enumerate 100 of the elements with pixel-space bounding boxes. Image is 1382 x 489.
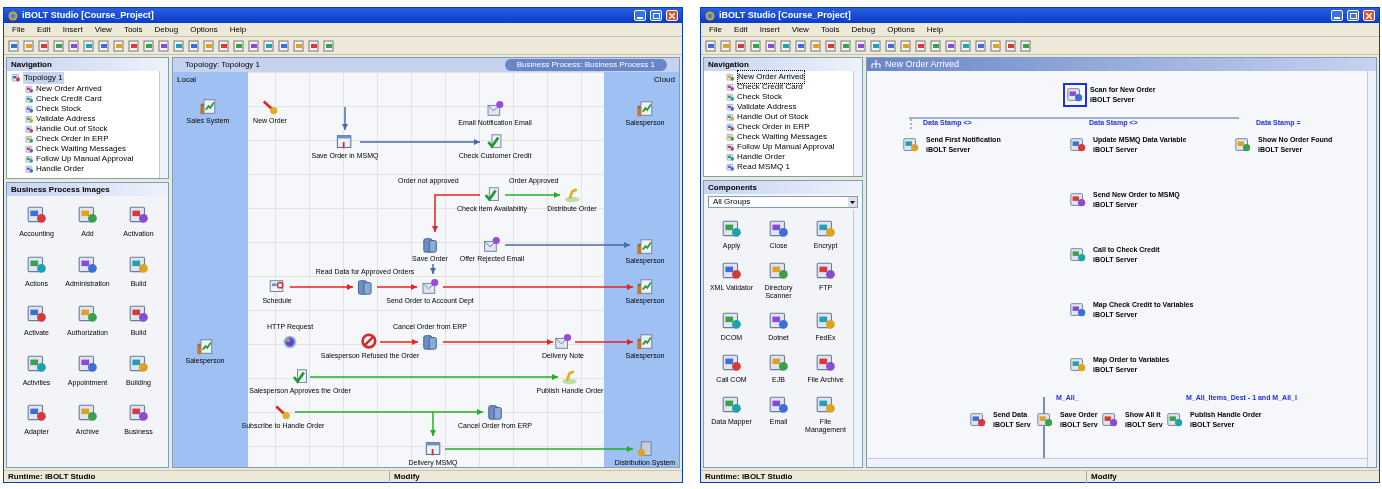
tree-item[interactable]: New Order Arrived (36, 83, 102, 95)
tree-item[interactable]: Handle Out of Stock (737, 111, 809, 123)
menu-item[interactable]: File (709, 23, 722, 36)
menu-item[interactable]: Edit (733, 23, 748, 36)
tree-item[interactable]: Check Waiting Messages (737, 131, 827, 143)
toolbar-icon[interactable] (1005, 39, 1017, 52)
toolbar-icon[interactable] (810, 39, 822, 52)
checkmark-icon (486, 133, 504, 151)
toolbar-icon[interactable] (915, 39, 927, 52)
toolbar-icon[interactable] (128, 39, 140, 52)
tree-item[interactable]: New Order Arrived (737, 70, 805, 84)
tree-item[interactable]: Follow Up Manual Approval (36, 153, 134, 165)
toolbar-icon[interactable] (990, 39, 1002, 52)
tree-item[interactable]: Check Credit Card (737, 81, 803, 93)
menu-item[interactable]: Insert (62, 23, 83, 36)
menu-item[interactable]: Options (887, 23, 915, 36)
toolbar-icon[interactable] (158, 39, 170, 52)
menu-item[interactable]: View (791, 23, 809, 36)
tree-item[interactable]: Check Credit Card (36, 93, 102, 105)
menu-item[interactable]: File (12, 23, 25, 36)
step-icon-frame[interactable] (1063, 83, 1087, 107)
menu-item[interactable]: Help (926, 23, 944, 36)
toolbar-icon[interactable] (323, 39, 335, 52)
tree-item[interactable]: Read MSMQ 1 (737, 161, 790, 173)
tab[interactable]: Topology: Topology 1 (173, 59, 273, 71)
minimize-button[interactable] (1331, 10, 1343, 21)
toolbar-icon[interactable] (293, 39, 305, 52)
tree-item[interactable]: Handle Order (36, 163, 85, 175)
toolbar-icon[interactable] (900, 39, 912, 52)
menu-item[interactable]: Help (229, 23, 247, 36)
menu-item[interactable]: Debug (154, 23, 179, 36)
toolbar-icon[interactable] (870, 39, 882, 52)
close-button[interactable] (1363, 10, 1375, 21)
toolbar-icon[interactable] (960, 39, 972, 52)
tree-item[interactable]: Check Order in ERP (36, 133, 109, 145)
window-title: iBOLT Studio [Course_Project] (719, 8, 851, 22)
menu-item[interactable]: Debug (851, 23, 876, 36)
toolbar-icon[interactable] (203, 39, 215, 52)
toolbar-icon[interactable] (855, 39, 867, 52)
tree-item[interactable]: Handle Out of Stock (36, 123, 108, 135)
tab[interactable]: Business Process: Business Process 1 (504, 59, 667, 71)
toolbar-icon[interactable] (233, 39, 245, 52)
group-dropdown[interactable]: All Groups (708, 196, 858, 208)
toolbar-icon[interactable] (975, 39, 987, 52)
scrollbar[interactable] (853, 210, 862, 467)
toolbar-icon[interactable] (825, 39, 837, 52)
tree-item[interactable]: Topology 1 (23, 72, 64, 84)
tree-item[interactable]: Check Order in ERP (737, 121, 810, 133)
menu-item[interactable]: Tools (123, 23, 143, 36)
pencil-gear-icon (274, 403, 292, 421)
maximize-button[interactable] (650, 10, 662, 21)
toolbar-icon[interactable] (53, 39, 65, 52)
scrollbar[interactable] (1367, 71, 1376, 467)
scrollbar[interactable] (853, 71, 862, 176)
toolbar-icon[interactable] (98, 39, 110, 52)
toolbar-icon[interactable] (173, 39, 185, 52)
toolbar-icon[interactable] (23, 39, 35, 52)
toolbar-icon[interactable] (218, 39, 230, 52)
toolbar-icon[interactable] (795, 39, 807, 52)
tree-item[interactable]: Handle Order (737, 151, 786, 163)
toolbar-icon[interactable] (750, 39, 762, 52)
tree-item[interactable]: Follow Up Manual Approval (737, 141, 835, 153)
tree-item[interactable]: Check Waiting Messages (36, 143, 126, 155)
scrollbar[interactable] (159, 71, 168, 178)
toolbar-icon[interactable] (945, 39, 957, 52)
toolbar-icon[interactable] (38, 39, 50, 52)
toolbar-icon[interactable] (840, 39, 852, 52)
toolbar-icon[interactable] (248, 39, 260, 52)
menu-item[interactable]: View (94, 23, 112, 36)
menu-item[interactable]: Insert (759, 23, 780, 36)
toolbar-icon[interactable] (113, 39, 125, 52)
toolbar-icon[interactable] (278, 39, 290, 52)
toolbar-icon[interactable] (308, 39, 320, 52)
toolbar-icon[interactable] (263, 39, 275, 52)
tree-item[interactable]: Validate Address (737, 101, 797, 113)
robot-arm-icon (563, 186, 581, 204)
scrollbar[interactable] (867, 458, 1367, 467)
menu-item[interactable]: Edit (36, 23, 51, 36)
close-button[interactable] (666, 10, 678, 21)
tree-item[interactable]: Validate Address (36, 113, 96, 125)
toolbar-icon[interactable] (8, 39, 20, 52)
menu-item[interactable]: Options (190, 23, 218, 36)
toolbar-icon[interactable] (68, 39, 80, 52)
toolbar-icon[interactable] (1020, 39, 1032, 52)
toolbar-icon[interactable] (720, 39, 732, 52)
maximize-button[interactable] (1347, 10, 1359, 21)
menu-item[interactable]: Tools (820, 23, 840, 36)
toolbar-icon[interactable] (705, 39, 717, 52)
toolbar-icon[interactable] (83, 39, 95, 52)
toolbar-icon[interactable] (780, 39, 792, 52)
toolbar-icon[interactable] (765, 39, 777, 52)
toolbar-icon[interactable] (143, 39, 155, 52)
tree-item[interactable]: Check Stock (737, 91, 782, 103)
toolbar-icon[interactable] (930, 39, 942, 52)
tree-item[interactable]: Check Stock (36, 103, 81, 115)
toolbar-icon[interactable] (885, 39, 897, 52)
toolbar-icon[interactable] (188, 39, 200, 52)
database-icon (356, 278, 374, 296)
toolbar-icon[interactable] (735, 39, 747, 52)
minimize-button[interactable] (634, 10, 646, 21)
